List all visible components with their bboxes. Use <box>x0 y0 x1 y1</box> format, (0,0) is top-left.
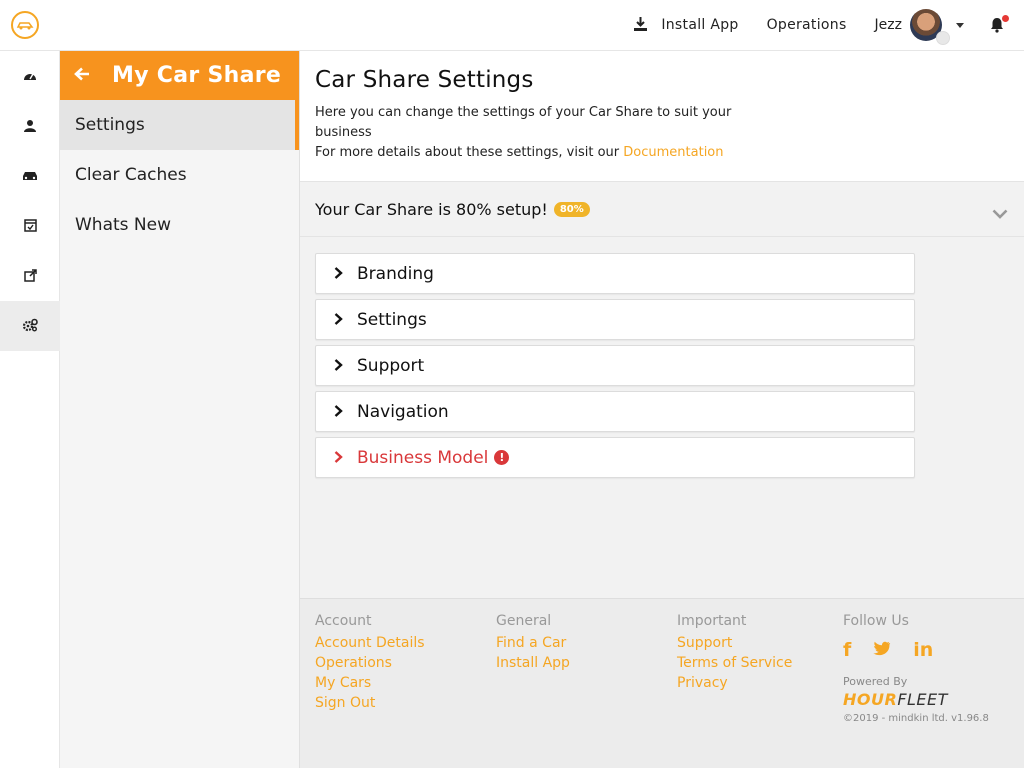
chevron-right-icon <box>334 310 343 330</box>
chevron-right-icon <box>334 448 343 468</box>
chevron-right-icon <box>334 402 343 422</box>
intro-line-2: For more details about these settings, v… <box>315 145 620 160</box>
icon-rail <box>0 51 60 768</box>
setup-progress-text: Your Car Share is 80% setup! <box>315 199 548 219</box>
copyright-text: ©2019 - mindkin ltd. v1.96.8 <box>843 713 989 724</box>
social-links: f in <box>843 639 989 661</box>
rail-dashboard[interactable] <box>0 51 60 101</box>
footer-heading: Follow Us <box>843 613 909 629</box>
panel-label: Navigation <box>357 401 449 422</box>
panel-branding[interactable]: Branding <box>315 253 915 294</box>
footer-link-terms[interactable]: Terms of Service <box>677 653 792 673</box>
intro-doc-line: For more details about these settings, v… <box>315 143 755 163</box>
rail-external[interactable] <box>0 251 60 301</box>
install-app-label: Install App <box>661 17 739 33</box>
subnav-item-whats-new[interactable]: Whats New <box>60 200 299 250</box>
facebook-icon[interactable]: f <box>843 639 851 661</box>
settings-header: Car Share Settings Here you can change t… <box>300 51 1024 182</box>
hourfleet-logo[interactable]: HOURFLEET <box>843 690 989 709</box>
chevron-down-icon <box>956 22 964 28</box>
logo-icon[interactable] <box>11 11 39 39</box>
footer-general-col: General Find a Car Install App <box>496 613 570 673</box>
footer-link-privacy[interactable]: Privacy <box>677 673 792 693</box>
intro-text: Here you can change the settings of your… <box>315 103 755 143</box>
twitter-icon[interactable] <box>873 639 891 661</box>
footer-link-operations[interactable]: Operations <box>315 653 425 673</box>
rail-bookings[interactable] <box>0 201 60 251</box>
user-name: Jezz <box>874 17 902 33</box>
panel-navigation[interactable]: Navigation <box>315 391 915 432</box>
footer-link-find-a-car[interactable]: Find a Car <box>496 633 570 653</box>
footer-link-sign-out[interactable]: Sign Out <box>315 693 425 713</box>
chevron-right-icon <box>334 356 343 376</box>
footer-heading: Important <box>677 613 747 629</box>
rail-user[interactable] <box>0 101 60 151</box>
footer-link-account-details[interactable]: Account Details <box>315 633 425 653</box>
user-menu[interactable]: Jezz <box>874 9 964 45</box>
footer-heading: General <box>496 613 552 629</box>
footer-follow-col: Follow Us f in Powered By HOURFLEET ©201… <box>843 613 989 724</box>
panel-label: Settings <box>357 309 427 330</box>
subnav-item-clear-caches[interactable]: Clear Caches <box>60 150 299 200</box>
subnav-header: My Car Share <box>60 51 299 100</box>
panel-label: Business Model <box>357 447 489 468</box>
install-app-link[interactable]: Install App <box>634 16 738 35</box>
user-icon <box>24 117 36 136</box>
operations-link[interactable]: Operations <box>767 17 847 33</box>
settings-panels: Branding Settings Support Navigation Bus… <box>300 237 1024 478</box>
gears-icon <box>22 317 38 336</box>
panel-settings[interactable]: Settings <box>315 299 915 340</box>
sub-navigation: My Car Share Settings Clear Caches Whats… <box>60 51 300 768</box>
brand-hour: HOUR <box>843 690 898 709</box>
footer: Account Account Details Operations My Ca… <box>300 598 1024 768</box>
back-arrow-icon[interactable] <box>74 66 90 85</box>
progress-badge: 80% <box>553 201 590 217</box>
exclamation-circle-icon: ! <box>494 450 510 465</box>
car-icon <box>22 167 38 186</box>
dashboard-icon <box>23 67 37 86</box>
footer-important-col: Important Support Terms of Service Priva… <box>677 613 792 693</box>
footer-link-support[interactable]: Support <box>677 633 792 653</box>
brand-fleet: FLEET <box>897 690 948 709</box>
calendar-check-icon <box>23 217 37 236</box>
documentation-link[interactable]: Documentation <box>623 145 723 160</box>
footer-link-my-cars[interactable]: My Cars <box>315 673 425 693</box>
user-badge-icon <box>936 31 950 45</box>
download-icon <box>634 16 648 35</box>
page-title: Car Share Settings <box>315 67 534 93</box>
rail-cars[interactable] <box>0 151 60 201</box>
bell-icon[interactable] <box>990 15 1009 33</box>
subnav-item-settings[interactable]: Settings <box>60 100 299 150</box>
footer-link-install-app[interactable]: Install App <box>496 653 570 673</box>
subnav-title: My Car Share <box>112 63 282 88</box>
footer-heading: Account <box>315 613 372 629</box>
panel-label: Support <box>357 355 425 376</box>
external-link-icon <box>23 267 37 286</box>
chevron-right-icon <box>334 264 343 284</box>
rail-settings[interactable] <box>0 301 60 351</box>
intro-line-1: Here you can change the settings of your… <box>315 105 732 140</box>
main-content: Car Share Settings Here you can change t… <box>300 51 1024 598</box>
panel-label: Branding <box>357 263 434 284</box>
notification-dot <box>1002 15 1009 22</box>
avatar <box>910 9 950 45</box>
setup-progress-row[interactable]: Your Car Share is 80% setup! 80% <box>300 182 1024 237</box>
panel-business-model[interactable]: Business Model ! <box>315 437 915 478</box>
powered-by-label: Powered By <box>843 675 908 688</box>
chevron-down-icon[interactable] <box>992 204 1008 223</box>
linkedin-icon[interactable]: in <box>913 639 933 661</box>
footer-account-col: Account Account Details Operations My Ca… <box>315 613 425 713</box>
panel-support[interactable]: Support <box>315 345 915 386</box>
top-bar: Install App Operations Jezz <box>0 0 1024 51</box>
